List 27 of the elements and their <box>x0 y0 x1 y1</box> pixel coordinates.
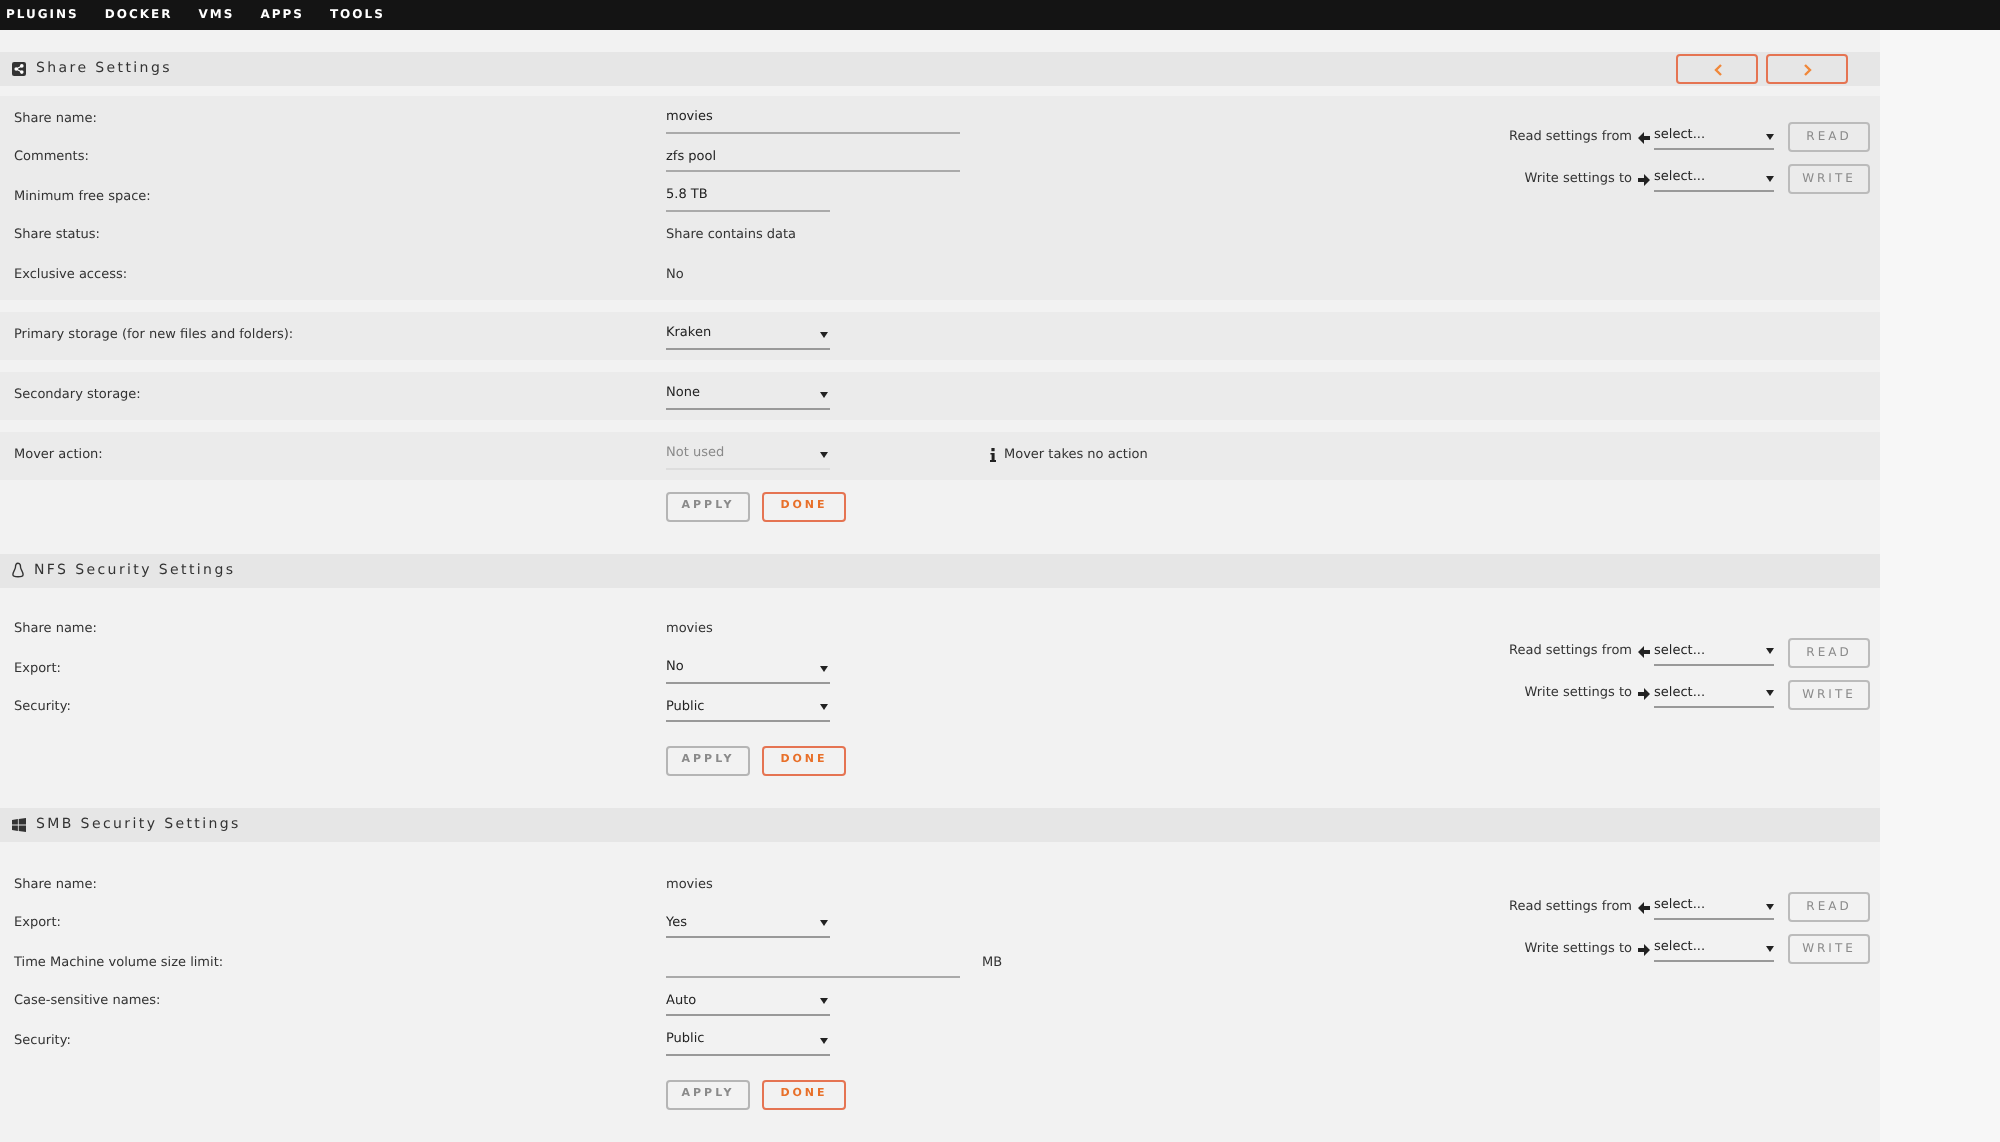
left-arrow-icon <box>1638 131 1650 143</box>
caret-icon <box>820 704 828 711</box>
caret-icon <box>1766 175 1774 181</box>
share-icon <box>12 62 26 76</box>
caret-icon <box>1766 648 1774 654</box>
right-arrow-icon <box>1638 688 1650 700</box>
chevron-left-icon <box>1713 63 1721 75</box>
right-arrow-icon <box>1638 173 1650 185</box>
chevron-right-icon <box>1803 63 1811 75</box>
caret-icon <box>820 451 828 457</box>
info-icon <box>990 448 996 462</box>
caret-icon <box>1766 945 1774 951</box>
caret-icon <box>820 331 828 337</box>
next-button[interactable] <box>1766 54 1848 84</box>
caret-icon <box>820 391 828 397</box>
right-arrow-icon <box>1638 943 1650 955</box>
caret-icon <box>820 665 828 672</box>
caret-icon <box>820 920 828 927</box>
left-arrow-icon <box>1638 901 1650 913</box>
caret-icon <box>820 1037 828 1044</box>
caret-icon <box>1766 133 1774 139</box>
caret-icon <box>1766 690 1774 696</box>
left-arrow-icon <box>1638 646 1650 658</box>
caret-icon <box>820 998 828 1005</box>
windows-icon <box>12 818 26 832</box>
previous-button[interactable] <box>1676 54 1758 84</box>
caret-icon <box>1766 903 1774 909</box>
